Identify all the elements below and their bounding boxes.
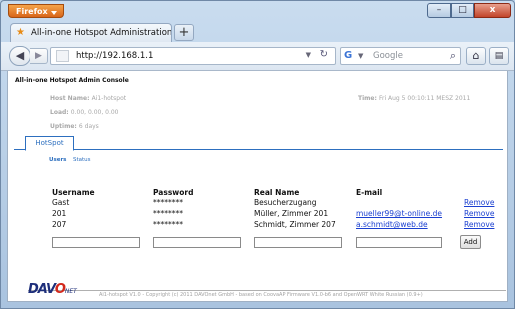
column-header-username: Username: [52, 188, 95, 197]
host-name-value: Ai1-hotspot: [91, 95, 127, 102]
realname-cell: Schmidt, Zimmer 207: [254, 220, 336, 229]
realname-cell: Besucherzugang: [254, 198, 317, 207]
tab-title: All-in-one Hotspot Administration (Ai1-.…: [31, 28, 172, 38]
host-name-info: Host Name: Ai1-hotspot: [50, 95, 126, 102]
uptime-label: Uptime:: [50, 123, 77, 130]
password-cell: ********: [153, 209, 183, 218]
time-value: Fri Aug 5 00:10:11 MESZ 2011: [378, 95, 471, 102]
navigation-toolbar: ◀ ▶ http://192.168.1.1 ▼ ↻ G ▼ Google ⌕ …: [1, 42, 514, 71]
tab-divider: [14, 149, 503, 150]
site-identity-icon[interactable]: [56, 50, 69, 62]
logo-net: NET: [64, 288, 77, 295]
url-bar[interactable]: http://192.168.1.1 ▼ ↻: [50, 47, 336, 65]
column-header-realname: Real Name: [254, 188, 300, 197]
search-placeholder: Google: [373, 51, 403, 61]
search-engine-dropdown-icon[interactable]: ▼: [358, 52, 363, 60]
tab-hotspot[interactable]: HotSpot: [25, 136, 74, 151]
bookmarks-icon[interactable]: ▤: [489, 47, 509, 65]
back-arrow-icon[interactable]: ◀: [9, 46, 31, 66]
browser-window: Firefox – □ x ★ All-in-one Hotspot Admin…: [0, 0, 515, 309]
favicon-icon: ★: [16, 27, 25, 38]
load-label: Load:: [50, 109, 69, 116]
maximize-button[interactable]: □: [451, 3, 474, 18]
new-email-input[interactable]: [356, 237, 442, 248]
uptime-info: Uptime: 6 days: [50, 123, 99, 130]
logo-o: O: [54, 282, 66, 297]
column-header-password: Password: [153, 188, 194, 197]
host-name-label: Host Name:: [50, 95, 90, 102]
logo-main: DAV: [28, 282, 56, 297]
reload-icon[interactable]: ↻: [320, 49, 328, 60]
load-info: Load: 0.00, 0.00, 0.00: [50, 109, 119, 116]
new-tab-button[interactable]: +: [174, 24, 194, 41]
remove-button[interactable]: Remove: [464, 198, 494, 207]
uptime-value: 6 days: [78, 123, 99, 130]
subtab-users[interactable]: Users: [49, 157, 66, 163]
tab-bar: ★ All-in-one Hotspot Administration (Ai1…: [1, 21, 514, 42]
url-dropdown-icon[interactable]: ▼: [306, 51, 311, 59]
url-text: http://192.168.1.1: [76, 51, 154, 61]
new-realname-input[interactable]: [254, 237, 342, 248]
search-magnifier-icon[interactable]: ⌕: [450, 49, 456, 63]
firefox-menu-button[interactable]: Firefox: [8, 4, 64, 18]
time-info: Time: Fri Aug 5 00:10:11 MESZ 2011: [358, 95, 470, 102]
new-password-input[interactable]: [153, 237, 241, 248]
chevron-down-icon: [51, 11, 57, 15]
add-user-button[interactable]: Add: [460, 235, 481, 249]
load-value: 0.00, 0.00, 0.00: [70, 109, 119, 116]
time-label: Time:: [358, 95, 377, 102]
footer-copyright: Ai1-hotspot V1.0 - Copyright (c) 2011 DA…: [99, 292, 423, 298]
username-cell: 207: [52, 220, 67, 229]
password-cell: ********: [153, 220, 183, 229]
username-cell: 201: [52, 209, 67, 218]
home-icon[interactable]: ⌂: [466, 47, 486, 65]
davonet-logo: DAVONET: [28, 282, 77, 297]
column-header-email: E-mail: [356, 188, 383, 197]
username-cell: Gast: [52, 198, 70, 207]
password-cell: ********: [153, 198, 183, 207]
firefox-menu-label: Firefox: [16, 7, 48, 16]
google-icon[interactable]: G: [344, 50, 356, 62]
email-cell[interactable]: mueller99@t-online.de: [356, 209, 442, 218]
forward-arrow-icon[interactable]: ▶: [30, 48, 48, 64]
email-cell[interactable]: a.schmidt@web.de: [356, 220, 428, 229]
browser-tab[interactable]: ★ All-in-one Hotspot Administration (Ai1…: [10, 23, 172, 42]
realname-cell: Müller, Zimmer 201: [254, 209, 329, 218]
footer-divider: [28, 290, 506, 291]
close-button[interactable]: x: [474, 3, 511, 18]
minimize-button[interactable]: –: [427, 3, 451, 18]
new-username-input[interactable]: [52, 237, 140, 248]
page-title: All-in-one Hotspot Admin Console: [15, 77, 129, 84]
remove-button[interactable]: Remove: [464, 220, 494, 229]
search-bar[interactable]: G ▼ Google ⌕: [340, 47, 461, 65]
remove-button[interactable]: Remove: [464, 209, 494, 218]
page-content: All-in-one Hotspot Admin Console Host Na…: [7, 71, 508, 302]
subtab-status[interactable]: Status: [73, 157, 91, 163]
